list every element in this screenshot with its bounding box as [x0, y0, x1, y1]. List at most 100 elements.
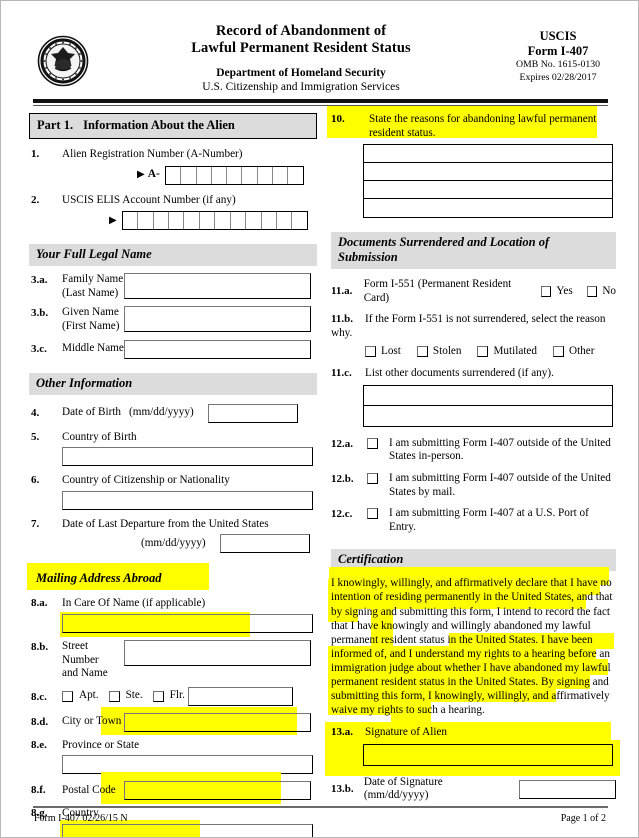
item-3b-label-line2: (First Name) — [62, 319, 120, 332]
reason-stolen-label: Stolen — [432, 344, 462, 357]
mailing-address-section: Mailing Address Abroad — [27, 563, 317, 591]
agency-name: Department of Homeland Security — [216, 67, 386, 79]
reason-stolen-checkbox[interactable] — [416, 345, 428, 357]
omb-expiry: Expires 02/28/2017 — [519, 71, 597, 83]
form-title-line1: Record of Abandonment of — [215, 23, 387, 39]
item-3b-row: 3.b. Given Name (First Name) — [29, 306, 317, 333]
middle-name-input[interactable] — [124, 339, 311, 359]
item-8e-number: 8.e. — [31, 738, 47, 751]
submit-port-of-entry-checkbox[interactable] — [367, 508, 378, 520]
item-3a-label-line2: (Last Name) — [62, 286, 119, 299]
item-8d-row: 8.d. City or Town — [29, 706, 317, 735]
reason-other-checkbox[interactable] — [552, 345, 564, 357]
item-4-row: 4. Date of Birth (mm/dd/yyyy) — [29, 403, 317, 423]
item-2-number: 2. — [31, 193, 40, 206]
item-8a-number: 8.a. — [31, 597, 48, 610]
item-8a-row: 8.a. In Care Of Name (if applicable) — [29, 597, 317, 637]
elis-account-input[interactable] — [121, 211, 308, 231]
i551-no-checkbox[interactable] — [586, 286, 598, 298]
item-12a-label-line2: States in-person. — [389, 450, 464, 463]
form-page: Record of Abandonment of Lawful Permanen… — [0, 0, 639, 838]
last-departure-date-input[interactable] — [219, 534, 310, 554]
item-1-row: 1. Alien Registration Number (A-Number) … — [29, 148, 317, 185]
country-input[interactable] — [62, 823, 313, 837]
family-name-input[interactable] — [124, 273, 311, 300]
postal-code-input[interactable] — [124, 781, 311, 801]
documents-title-line2: Submission — [338, 250, 398, 265]
item-3c-label: Middle Name — [62, 342, 124, 355]
item-12c-number: 12.c. — [331, 508, 353, 521]
ste-label: Ste. — [125, 689, 143, 702]
item-8b-label-line1: Street Number — [62, 639, 99, 666]
item-10-label-line1: State the reasons for abandoning lawful … — [369, 113, 597, 125]
header-divider-thin — [33, 105, 608, 106]
documents-title-line1: Documents Surrendered and Location of — [338, 235, 550, 250]
item-10-answer-input[interactable] — [363, 144, 613, 219]
uscis-label: USCIS — [539, 29, 577, 43]
item-8b-number: 8.b. — [31, 640, 49, 653]
certification-paragraph: I knowingly, willingly, and affirmativel… — [331, 577, 613, 717]
item-10-row: 10. State the reasons for abandoning law… — [327, 106, 616, 219]
item-7-number: 7. — [31, 517, 40, 530]
ste-checkbox[interactable] — [108, 690, 120, 702]
signature-of-alien-input[interactable] — [363, 743, 613, 766]
apt-label: Apt. — [79, 689, 99, 702]
item-3a-label-line1: Family Name — [62, 273, 124, 286]
item-13b-number: 13.b. — [331, 782, 354, 795]
item-3b-number: 3.b. — [31, 307, 49, 320]
item-5-label: Country of Birth — [62, 430, 137, 443]
item-13a-row: 13.a. Signature of Alien — [325, 722, 620, 776]
item-12c-label-line1: I am submitting Form I-407 at a U.S. Por… — [389, 507, 589, 533]
item-13a-number: 13.a. — [331, 726, 353, 739]
item-4-hint: (mm/dd/yyyy) — [129, 406, 194, 419]
item-8c-row: 8.c. Apt. Ste. Flr. — [29, 686, 317, 706]
documents-surrendered-header: Documents Surrendered and Location of Su… — [331, 232, 616, 270]
i551-yes-label: Yes — [556, 284, 573, 297]
item-7-label: Date of Last Departure from the United S… — [62, 517, 269, 530]
reason-lost-checkbox[interactable] — [365, 345, 376, 357]
item-11c-row: 11.c. List other documents surrendered (… — [331, 367, 616, 427]
item-4-label: Date of Birth — [62, 406, 122, 419]
item-12b-label-line1: I am submitting Form I-407 outside of th… — [389, 471, 611, 484]
city-or-town-input[interactable] — [124, 712, 311, 732]
item-8e-row: 8.e. Province or State — [29, 739, 317, 775]
mailing-address-header-text: Mailing Address Abroad — [36, 571, 162, 586]
left-column: Part 1. Information About the Alien 1. Al… — [27, 113, 317, 837]
other-documents-input[interactable] — [363, 384, 613, 427]
item-8f-row: 8.f. Postal Code — [29, 772, 317, 805]
i551-yes-checkbox[interactable] — [540, 286, 552, 298]
submit-by-mail-checkbox[interactable] — [367, 472, 378, 484]
part1-title: Information About the Alien — [83, 118, 235, 132]
item-13b-row: 13.b. Date of Signature (mm/dd/yyyy) — [331, 776, 616, 803]
in-care-of-name-input[interactable] — [62, 613, 313, 633]
item-3b-label-line1: Given Name — [62, 306, 119, 319]
submit-in-person-checkbox[interactable] — [367, 437, 378, 449]
apt-checkbox[interactable] — [62, 690, 73, 702]
a-number-input[interactable] — [164, 165, 304, 185]
item-12b-row: 12.b. I am submitting Form I-407 outside… — [331, 472, 616, 499]
header-title-block: Record of Abandonment of Lawful Permanen… — [121, 23, 481, 94]
date-of-signature-input[interactable] — [519, 779, 616, 799]
item-1-label: Alien Registration Number (A-Number) — [62, 148, 243, 160]
item-8c-number: 8.c. — [31, 690, 47, 703]
omb-number: OMB No. 1615-0130 — [515, 59, 601, 70]
date-of-birth-input[interactable] — [207, 403, 298, 423]
apt-ste-flr-input[interactable] — [187, 686, 293, 706]
item-10-label-line2: resident status. — [369, 126, 436, 139]
item-11a-label: Form I-551 (Permanent Resident Card) — [363, 278, 512, 304]
item-12a-row: 12.a. I am submitting Form I-407 outside… — [331, 437, 616, 464]
item-6-label: Country of Citizenship or Nationality — [62, 474, 230, 487]
country-of-citizenship-input[interactable] — [62, 490, 313, 510]
item-13a-label: Signature of Alien — [365, 726, 448, 739]
i551-no-label: No — [602, 284, 617, 297]
given-name-input[interactable] — [124, 306, 311, 333]
reason-mutilated-checkbox[interactable] — [477, 345, 489, 357]
item-11b-label: If the Form I-551 is not surrendered, se… — [331, 313, 606, 339]
flr-checkbox[interactable] — [152, 690, 164, 702]
part1-number: Part 1. — [37, 118, 74, 132]
header-divider-thick — [33, 99, 608, 103]
item-8d-number: 8.d. — [31, 715, 49, 728]
street-number-name-input[interactable] — [124, 639, 311, 666]
province-or-state-input[interactable] — [62, 755, 313, 775]
country-of-birth-input[interactable] — [62, 447, 313, 467]
